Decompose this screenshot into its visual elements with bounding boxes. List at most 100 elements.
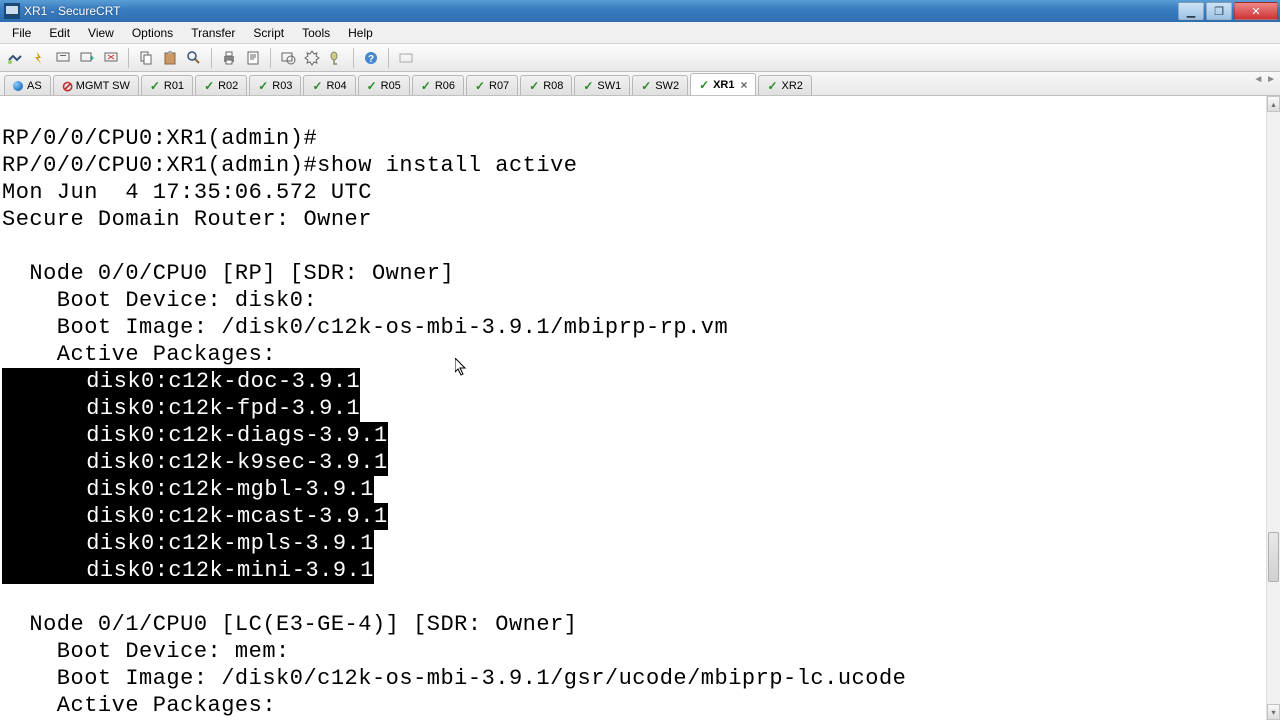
tab-label: R07 <box>489 80 509 92</box>
terminal-line: Secure Domain Router: Owner <box>2 207 372 232</box>
tab-label: R04 <box>326 80 346 92</box>
check-icon: ✓ <box>641 81 651 91</box>
tab-label: SW1 <box>597 80 621 92</box>
paste-icon[interactable] <box>159 47 181 69</box>
terminal[interactable]: RP/0/0/CPU0:XR1(admin)# RP/0/0/CPU0:XR1(… <box>0 96 1280 720</box>
tab-label: R08 <box>543 80 563 92</box>
selected-package: disk0:c12k-k9sec-3.9.1 <box>2 449 388 476</box>
tab-label: XR2 <box>781 80 802 92</box>
terminal-line: RP/0/0/CPU0:XR1(admin)# <box>2 126 317 151</box>
terminal-line: Boot Image: /disk0/c12k-os-mbi-3.9.1/gsr… <box>2 666 906 691</box>
tab-sw1[interactable]: ✓ SW1 <box>574 75 630 95</box>
selected-package: disk0:c12k-mini-3.9.1 <box>2 557 374 584</box>
terminal-line: Boot Device: disk0: <box>2 288 317 313</box>
tab-r05[interactable]: ✓ R05 <box>358 75 410 95</box>
toggle-icon[interactable] <box>395 47 417 69</box>
tab-xr2[interactable]: ✓ XR2 <box>758 75 811 95</box>
reconnect-icon[interactable] <box>52 47 74 69</box>
terminal-line: Active Packages: <box>2 693 276 718</box>
check-icon: ✓ <box>767 81 777 91</box>
check-icon: ✓ <box>475 81 485 91</box>
tab-label: MGMT SW <box>76 80 130 92</box>
check-icon: ✓ <box>312 81 322 91</box>
check-icon: ✓ <box>150 81 160 91</box>
selected-package: disk0:c12k-mgbl-3.9.1 <box>2 476 374 503</box>
tab-r01[interactable]: ✓ R01 <box>141 75 193 95</box>
tab-r06[interactable]: ✓ R06 <box>412 75 464 95</box>
check-icon: ✓ <box>204 81 214 91</box>
tab-label: XR1 <box>713 79 734 91</box>
tab-xr1[interactable]: ✓XR1× <box>690 73 756 95</box>
connect-icon[interactable] <box>4 47 26 69</box>
tab-r08[interactable]: ✓ R08 <box>520 75 572 95</box>
menu-edit[interactable]: Edit <box>41 24 78 42</box>
menubar: File Edit View Options Transfer Script T… <box>0 22 1280 44</box>
menu-transfer[interactable]: Transfer <box>183 24 243 42</box>
svg-text:?: ? <box>368 54 374 65</box>
tab-label: AS <box>27 80 42 92</box>
print-icon[interactable] <box>218 47 240 69</box>
selected-package: disk0:c12k-fpd-3.9.1 <box>2 395 360 422</box>
menu-options[interactable]: Options <box>124 24 181 42</box>
menu-tools[interactable]: Tools <box>294 24 338 42</box>
app-icon <box>4 3 20 19</box>
keymap-icon[interactable] <box>325 47 347 69</box>
error-icon: ⊘ <box>62 81 72 91</box>
menu-help[interactable]: Help <box>340 24 381 42</box>
maximize-button[interactable]: ❐ <box>1206 2 1232 20</box>
scroll-up-button[interactable]: ▴ <box>1267 96 1280 112</box>
scroll-thumb[interactable] <box>1268 532 1279 582</box>
window-title: XR1 - SecureCRT <box>24 4 1178 18</box>
selected-package: disk0:c12k-mcast-3.9.1 <box>2 503 388 530</box>
check-icon: ✓ <box>367 81 377 91</box>
session-options-icon[interactable] <box>277 47 299 69</box>
close-tab-icon[interactable]: × <box>740 79 747 91</box>
quick-connect-icon[interactable] <box>28 47 50 69</box>
log-icon[interactable] <box>242 47 264 69</box>
global-options-icon[interactable] <box>301 47 323 69</box>
tab-r07[interactable]: ✓ R07 <box>466 75 518 95</box>
tab-r02[interactable]: ✓ R02 <box>195 75 247 95</box>
terminal-container: RP/0/0/CPU0:XR1(admin)# RP/0/0/CPU0:XR1(… <box>0 96 1280 720</box>
copy-icon[interactable] <box>135 47 157 69</box>
check-icon: ✓ <box>258 81 268 91</box>
check-icon: ✓ <box>529 81 539 91</box>
terminal-line: RP/0/0/CPU0:XR1(admin)#show install acti… <box>2 153 578 178</box>
check-icon: ✓ <box>583 81 593 91</box>
terminal-line: Node 0/0/CPU0 [RP] [SDR: Owner] <box>2 261 454 286</box>
selected-package: disk0:c12k-mpls-3.9.1 <box>2 530 374 557</box>
tab-scroll-arrows[interactable]: ◄ ► <box>1253 74 1276 85</box>
tab-as[interactable]: AS <box>4 75 51 95</box>
tab-strip: AS ⊘ MGMT SW ✓ R01 ✓ R02 ✓ R03 ✓ R04 ✓ R05 ✓ R0… <box>0 72 1280 96</box>
tab-label: R03 <box>272 80 292 92</box>
new-tab-icon[interactable] <box>76 47 98 69</box>
minimize-button[interactable]: ▁ <box>1178 2 1204 20</box>
selected-package: disk0:c12k-diags-3.9.1 <box>2 422 388 449</box>
tab-label: R06 <box>435 80 455 92</box>
vertical-scrollbar[interactable]: ▴ ▾ <box>1266 96 1280 720</box>
menu-view[interactable]: View <box>80 24 122 42</box>
tab-mgmt-sw[interactable]: ⊘ MGMT SW <box>53 75 139 95</box>
terminal-line: Active Packages: <box>2 342 276 367</box>
disconnect-icon[interactable] <box>100 47 122 69</box>
close-button[interactable]: ✕ <box>1234 2 1278 20</box>
terminal-line: Mon Jun 4 17:35:06.572 UTC <box>2 180 372 205</box>
tab-label: R02 <box>218 80 238 92</box>
find-icon[interactable] <box>183 47 205 69</box>
tab-label: R05 <box>381 80 401 92</box>
tab-label: R01 <box>164 80 184 92</box>
help-icon[interactable]: ? <box>360 47 382 69</box>
terminal-line: Boot Device: mem: <box>2 639 290 664</box>
tab-sw2[interactable]: ✓ SW2 <box>632 75 688 95</box>
scroll-track[interactable] <box>1267 112 1280 704</box>
check-icon: ✓ <box>421 81 431 91</box>
terminal-line: Node 0/1/CPU0 [LC(E3-GE-4)] [SDR: Owner] <box>2 612 578 637</box>
menu-script[interactable]: Script <box>245 24 292 42</box>
tab-label: SW2 <box>655 80 679 92</box>
tab-r04[interactable]: ✓ R04 <box>303 75 355 95</box>
titlebar: XR1 - SecureCRT ▁ ❐ ✕ <box>0 0 1280 22</box>
toolbar: ? <box>0 44 1280 72</box>
tab-r03[interactable]: ✓ R03 <box>249 75 301 95</box>
menu-file[interactable]: File <box>4 24 39 42</box>
scroll-down-button[interactable]: ▾ <box>1267 704 1280 720</box>
